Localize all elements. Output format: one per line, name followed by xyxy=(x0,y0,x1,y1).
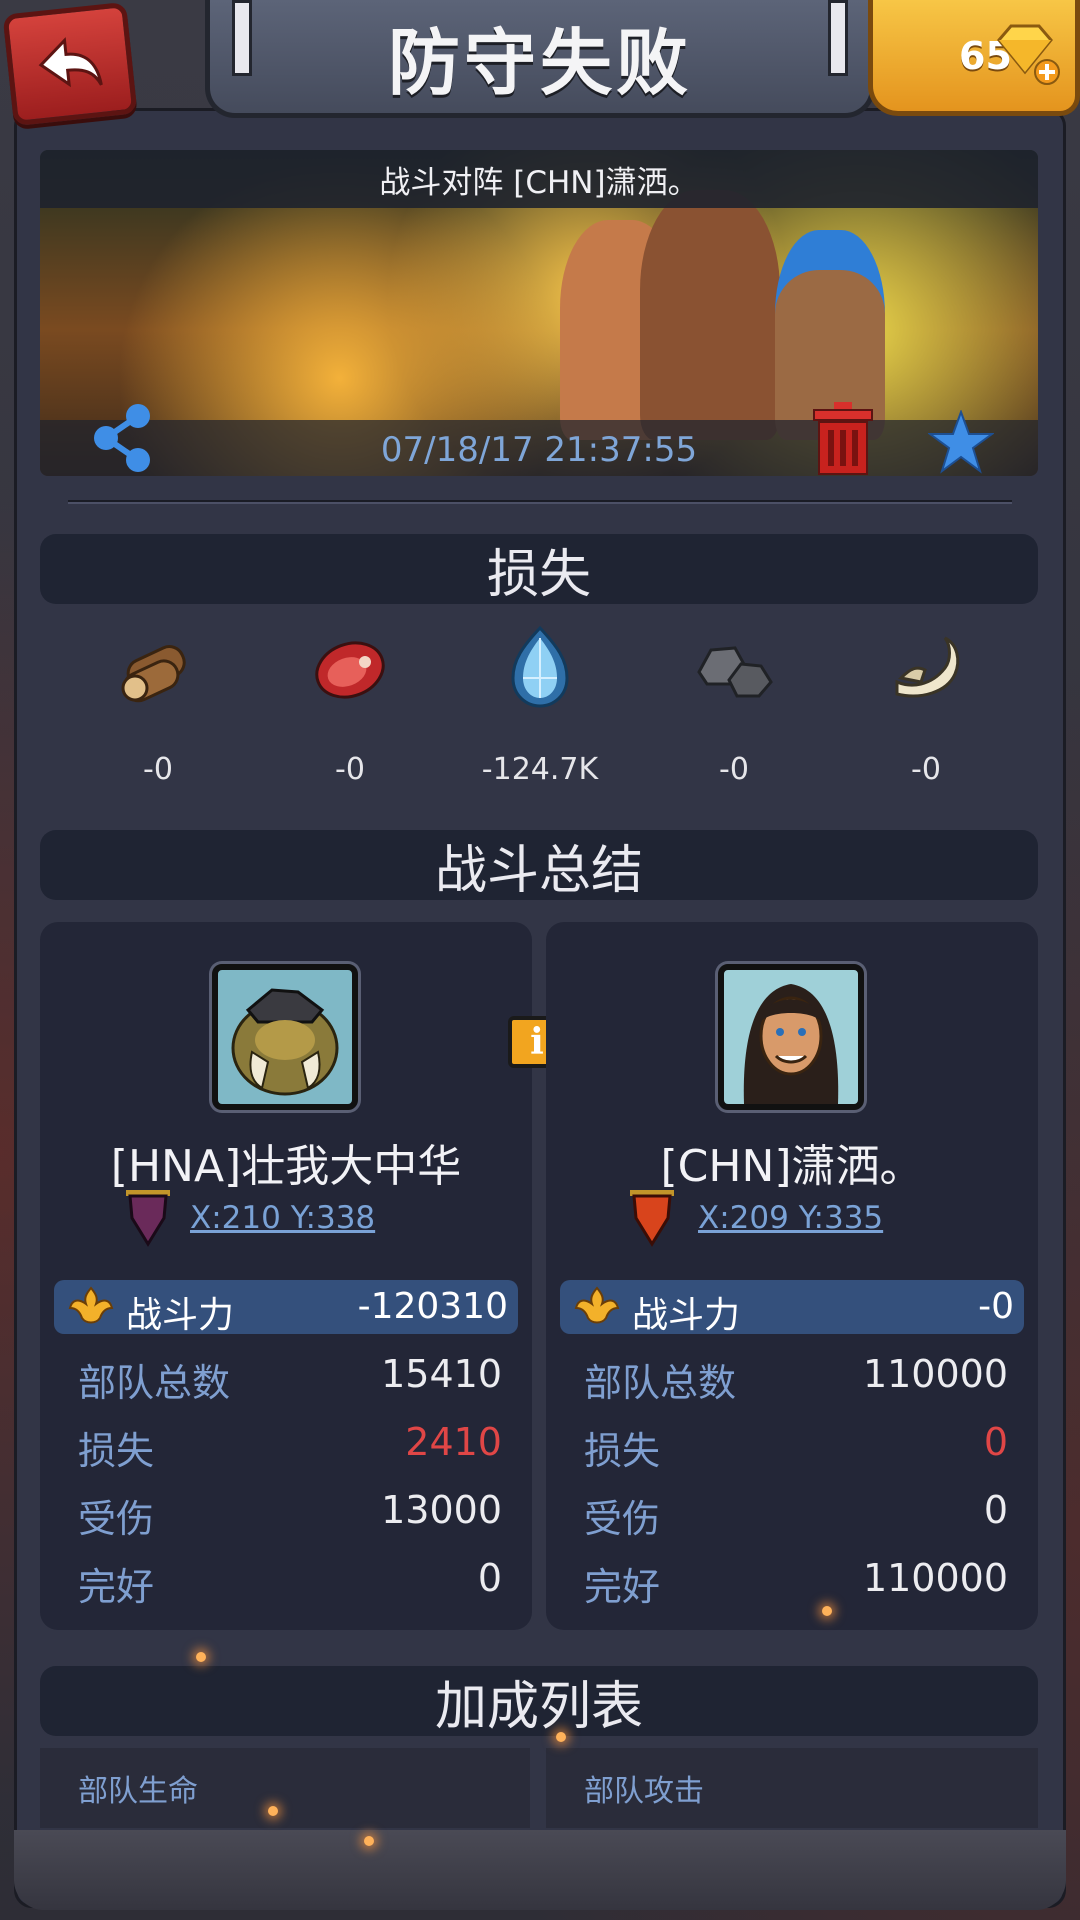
purple-banner-icon xyxy=(126,1190,170,1247)
ember-particle xyxy=(556,1732,566,1742)
ember-particle xyxy=(196,1652,206,1662)
defender-intact-label: 完好 xyxy=(584,1565,661,1609)
resource-wood: -0 xyxy=(78,622,238,787)
banner-figure-brown-hair xyxy=(640,190,780,440)
crystal-loss-value: -124.7K xyxy=(481,752,599,787)
attacker-power-value: -120310 xyxy=(357,1286,508,1327)
defender-power-label: 战斗力 xyxy=(632,1295,741,1336)
defender-coordinates-link[interactable]: X:209 Y:335 xyxy=(698,1200,883,1236)
attacker-coordinates-link[interactable]: X:210 Y:338 xyxy=(190,1200,375,1236)
ember-particle xyxy=(822,1606,832,1616)
attacker-intact-value: 0 xyxy=(477,1556,502,1600)
bone-loss-value: -0 xyxy=(911,752,941,787)
resource-meat: -0 xyxy=(270,622,430,787)
attacker-name: [HNA]壮我大中华 xyxy=(110,1141,462,1192)
red-banner-icon xyxy=(630,1190,674,1247)
resource-bone: -0 xyxy=(846,622,1006,787)
bonus-troop-health: 部队生命 xyxy=(40,1748,530,1828)
attacker-panel: [HNA]壮我大中华 X:210 Y:338 战斗力 -120310 部队总数 … xyxy=(40,922,532,1630)
attacker-avatar[interactable] xyxy=(212,964,358,1110)
defender-panel: [CHN]潇洒。 X:209 Y:335 战斗力 -0 部队总数 110000 … xyxy=(546,922,1038,1630)
meat-loss-value: -0 xyxy=(335,752,365,787)
defender-loss-label: 损失 xyxy=(584,1429,661,1473)
back-button[interactable] xyxy=(2,1,138,127)
resource-crystal: -124.7K xyxy=(460,622,620,787)
phoenix-emblem-icon xyxy=(68,1286,114,1324)
defender-injured-label: 受伤 xyxy=(584,1497,661,1541)
delete-trash-icon[interactable] xyxy=(810,400,876,476)
gem-counter-button[interactable]: 65 xyxy=(868,0,1080,116)
banner-title: 战斗对阵 [CHN]潇洒。 xyxy=(40,150,1038,208)
defender-injured-value: 0 xyxy=(983,1488,1008,1532)
bonus-troop-attack: 部队攻击 xyxy=(546,1748,1038,1828)
crystal-icon xyxy=(511,625,569,708)
defender-name: [CHN]潇洒。 xyxy=(660,1141,924,1192)
hero-portrait-icon xyxy=(743,984,839,1104)
defender-power-bar: 战斗力 -0 xyxy=(560,1280,1024,1336)
attacker-injured-label: 受伤 xyxy=(78,1497,155,1541)
bonus-troop-health-label: 部队生命 xyxy=(78,1774,198,1809)
favorite-star-icon[interactable] xyxy=(928,410,994,474)
defender-total-value: 110000 xyxy=(862,1352,1008,1396)
attacker-total-value: 15410 xyxy=(381,1352,502,1396)
stone-loss-value: -0 xyxy=(719,752,749,787)
attacker-power-bar: 战斗力 -120310 xyxy=(54,1280,518,1336)
bonus-troop-attack-label: 部队攻击 xyxy=(584,1774,704,1809)
page-title: 防守失败 xyxy=(387,21,692,105)
battle-banner: 战斗对阵 [CHN]潇洒。 07/18/17 21:37:55 xyxy=(40,150,1038,476)
section-divider xyxy=(68,500,1012,504)
attacker-power-label: 战斗力 xyxy=(126,1295,235,1336)
defender-loss-value: 0 xyxy=(983,1420,1008,1464)
losses-header: 损失 xyxy=(40,534,1038,605)
attacker-loss-label: 损失 xyxy=(78,1429,155,1473)
resource-stone: -0 xyxy=(654,622,814,787)
summary-header: 战斗总结 xyxy=(40,830,1038,901)
attacker-total-label: 部队总数 xyxy=(78,1361,231,1405)
ember-particle xyxy=(364,1836,374,1846)
bone-icon xyxy=(895,636,960,698)
frame-bottom-edge xyxy=(14,1830,1066,1910)
wood-icon xyxy=(121,645,186,703)
attacker-loss-value: 2410 xyxy=(405,1420,502,1464)
battle-timestamp: 07/18/17 21:37:55 xyxy=(380,430,698,470)
stone-icon xyxy=(697,646,773,698)
back-arrow-icon xyxy=(38,37,103,88)
defender-power-value: -0 xyxy=(978,1286,1014,1327)
defender-avatar[interactable] xyxy=(718,964,864,1110)
meat-icon xyxy=(315,641,385,699)
share-icon[interactable] xyxy=(88,402,158,476)
title-plate: 防守失败 xyxy=(205,0,875,118)
phoenix-emblem-icon xyxy=(574,1286,620,1324)
bonus-list-header: 加成列表 xyxy=(40,1666,1038,1737)
beast-portrait-icon xyxy=(231,988,339,1096)
attacker-intact-label: 完好 xyxy=(78,1565,155,1609)
defender-total-label: 部队总数 xyxy=(584,1361,737,1405)
attacker-injured-value: 13000 xyxy=(381,1488,502,1532)
defender-intact-value: 110000 xyxy=(862,1556,1008,1600)
gem-plus-icon xyxy=(997,24,1060,85)
ember-particle xyxy=(268,1806,278,1816)
wood-loss-value: -0 xyxy=(143,752,173,787)
